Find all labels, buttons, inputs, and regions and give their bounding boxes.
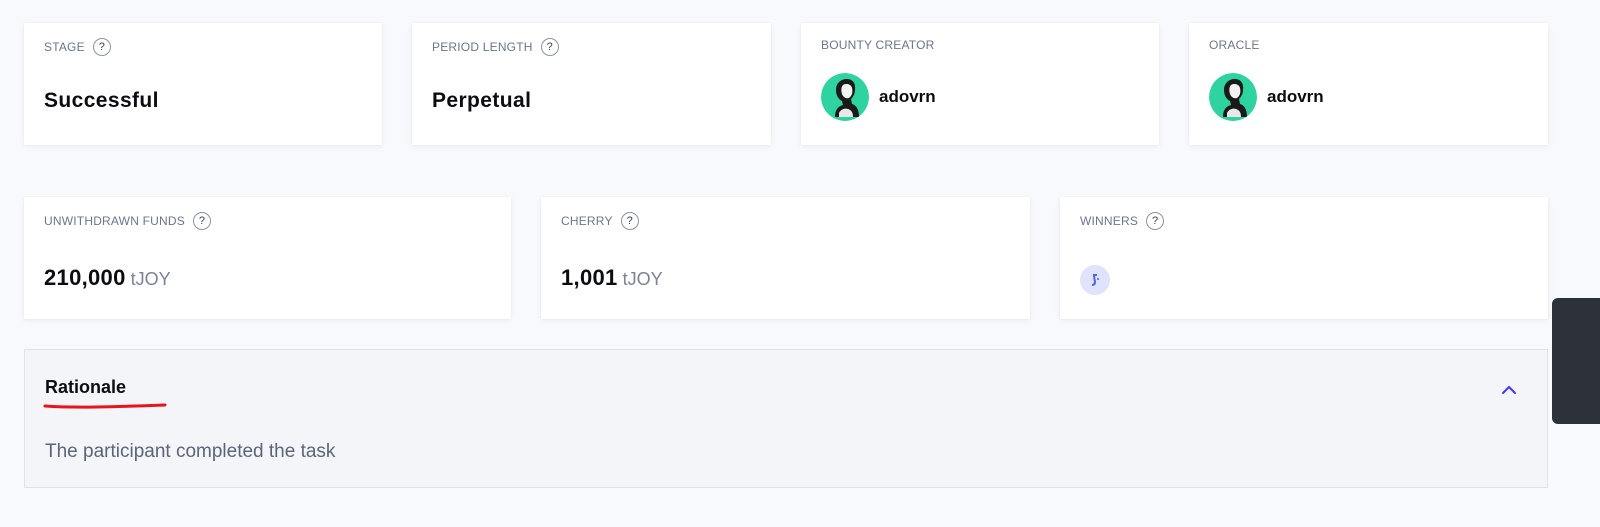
amount-value: 210,000 <box>44 265 126 290</box>
period-length-value: Perpetual <box>432 89 532 112</box>
bounty-details-page: STAGE ? Successful PERIOD LENGTH ? Perpe… <box>0 0 1600 527</box>
winners-label: WINNERS <box>1080 214 1139 228</box>
winner-member-icon[interactable] <box>1080 265 1110 295</box>
rationale-section: Rationale The participant completed the … <box>24 349 1548 488</box>
period-length-label: PERIOD LENGTH <box>432 40 533 54</box>
member-avatar <box>1209 73 1257 121</box>
rationale-text: The participant completed the task <box>45 441 336 462</box>
question-circle-icon[interactable]: ? <box>1146 212 1165 230</box>
unwithdrawn-funds-amount: 210,000 tJOY <box>44 265 171 291</box>
oracle-card: ORACLE adovrn <box>1189 23 1548 145</box>
cherry-label: CHERRY <box>561 214 613 228</box>
annotation-underline <box>43 403 167 409</box>
oracle-member[interactable]: adovrn <box>1209 73 1324 121</box>
rationale-title: Rationale <box>45 377 127 397</box>
cherry-amount: 1,001 tJOY <box>561 265 663 291</box>
period-length-card: PERIOD LENGTH ? Perpetual <box>412 23 771 145</box>
bounty-creator-label: BOUNTY CREATOR <box>821 38 935 52</box>
stage-card: STAGE ? Successful <box>24 23 382 145</box>
stage-value: Successful <box>44 89 159 112</box>
question-circle-icon[interactable]: ? <box>540 38 559 56</box>
member-name: adovrn <box>879 87 936 106</box>
stage-label: STAGE <box>44 40 85 54</box>
amount-unit: tJOY <box>622 269 663 289</box>
side-panel-tab[interactable] <box>1552 298 1600 424</box>
chevron-up-icon[interactable] <box>1499 380 1519 400</box>
unwithdrawn-funds-card: UNWITHDRAWN FUNDS ? 210,000 tJOY <box>24 197 511 319</box>
bounty-creator-member[interactable]: adovrn <box>821 73 936 121</box>
unwithdrawn-funds-label: UNWITHDRAWN FUNDS <box>44 214 185 228</box>
amount-value: 1,001 <box>561 265 618 290</box>
cherry-card: CHERRY ? 1,001 tJOY <box>541 197 1030 319</box>
question-circle-icon[interactable]: ? <box>192 212 211 230</box>
bounty-creator-card: BOUNTY CREATOR adovrn <box>801 23 1159 145</box>
question-circle-icon[interactable]: ? <box>92 38 111 56</box>
amount-unit: tJOY <box>130 269 171 289</box>
winners-card: WINNERS ? <box>1060 197 1548 319</box>
member-avatar <box>821 73 869 121</box>
oracle-label: ORACLE <box>1209 38 1260 52</box>
question-circle-icon[interactable]: ? <box>620 212 639 230</box>
member-name: adovrn <box>1267 87 1324 106</box>
